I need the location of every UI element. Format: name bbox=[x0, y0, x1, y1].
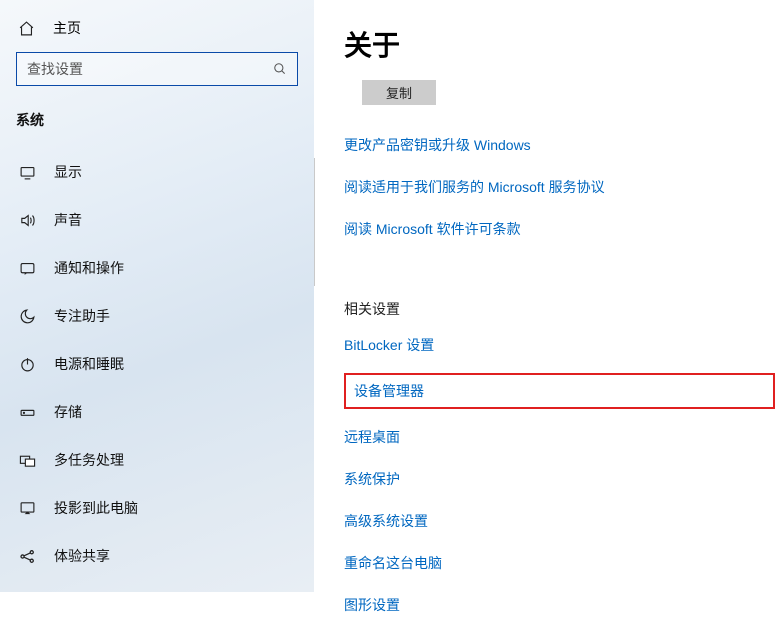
home-icon bbox=[18, 20, 35, 37]
storage-icon bbox=[18, 404, 36, 421]
sidebar: 主页 系统 显示 声音 通知和操作 bbox=[0, 0, 314, 592]
related-link[interactable]: 图形设置 bbox=[344, 587, 775, 623]
search-box[interactable] bbox=[16, 52, 298, 86]
copy-button[interactable]: 复制 bbox=[362, 80, 436, 105]
sidebar-item-power-sleep[interactable]: 电源和睡眠 bbox=[16, 340, 298, 388]
related-link[interactable]: 远程桌面 bbox=[344, 419, 775, 455]
sidebar-item-sound[interactable]: 声音 bbox=[16, 196, 298, 244]
sidebar-home[interactable]: 主页 bbox=[16, 14, 298, 52]
related-link[interactable]: 系统保护 bbox=[344, 461, 775, 497]
page-title: 关于 bbox=[344, 24, 775, 64]
sound-icon bbox=[18, 212, 36, 229]
link-change-product-key[interactable]: 更改产品密钥或升级 Windows bbox=[344, 127, 775, 163]
sidebar-section-header: 系统 bbox=[16, 108, 298, 148]
link-service-agreement[interactable]: 阅读适用于我们服务的 Microsoft 服务协议 bbox=[344, 169, 775, 205]
related-links: BitLocker 设置设备管理器远程桌面系统保护高级系统设置重命名这台电脑图形… bbox=[344, 327, 775, 623]
related-link[interactable]: 设备管理器 bbox=[344, 373, 775, 409]
sidebar-item-label: 声音 bbox=[54, 210, 82, 230]
sidebar-item-multitasking[interactable]: 多任务处理 bbox=[16, 436, 298, 484]
sidebar-item-storage[interactable]: 存储 bbox=[16, 388, 298, 436]
related-settings-header: 相关设置 bbox=[344, 291, 775, 327]
vertical-divider bbox=[314, 158, 315, 286]
sidebar-item-focus-assist[interactable]: 专注助手 bbox=[16, 292, 298, 340]
sidebar-item-label: 投影到此电脑 bbox=[54, 498, 138, 518]
sidebar-item-display[interactable]: 显示 bbox=[16, 148, 298, 196]
sidebar-item-label: 显示 bbox=[54, 162, 82, 182]
search-input[interactable] bbox=[27, 61, 267, 77]
display-icon bbox=[18, 164, 36, 181]
sidebar-item-label: 存储 bbox=[54, 402, 82, 422]
related-link[interactable]: BitLocker 设置 bbox=[344, 327, 775, 363]
sidebar-item-notifications[interactable]: 通知和操作 bbox=[16, 244, 298, 292]
power-icon bbox=[18, 356, 36, 373]
top-links: 更改产品密钥或升级 Windows 阅读适用于我们服务的 Microsoft 服… bbox=[344, 127, 775, 247]
projecting-icon bbox=[18, 500, 36, 517]
focus-assist-icon bbox=[18, 308, 36, 325]
sidebar-home-label: 主页 bbox=[53, 18, 81, 38]
sidebar-item-projecting[interactable]: 投影到此电脑 bbox=[16, 484, 298, 532]
shared-experiences-icon bbox=[18, 548, 36, 565]
main-content: 关于 复制 更改产品密钥或升级 Windows 阅读适用于我们服务的 Micro… bbox=[314, 0, 775, 592]
search-icon bbox=[273, 62, 287, 76]
link-license-terms[interactable]: 阅读 Microsoft 软件许可条款 bbox=[344, 211, 775, 247]
multitasking-icon bbox=[18, 452, 36, 469]
sidebar-item-label: 通知和操作 bbox=[54, 258, 124, 278]
related-link[interactable]: 高级系统设置 bbox=[344, 503, 775, 539]
notification-icon bbox=[18, 260, 36, 277]
related-link[interactable]: 重命名这台电脑 bbox=[344, 545, 775, 581]
sidebar-item-shared-experiences[interactable]: 体验共享 bbox=[16, 532, 298, 580]
sidebar-item-label: 电源和睡眠 bbox=[54, 354, 124, 374]
sidebar-item-label: 专注助手 bbox=[54, 306, 110, 326]
sidebar-item-label: 多任务处理 bbox=[54, 450, 124, 470]
sidebar-item-label: 体验共享 bbox=[54, 546, 110, 566]
